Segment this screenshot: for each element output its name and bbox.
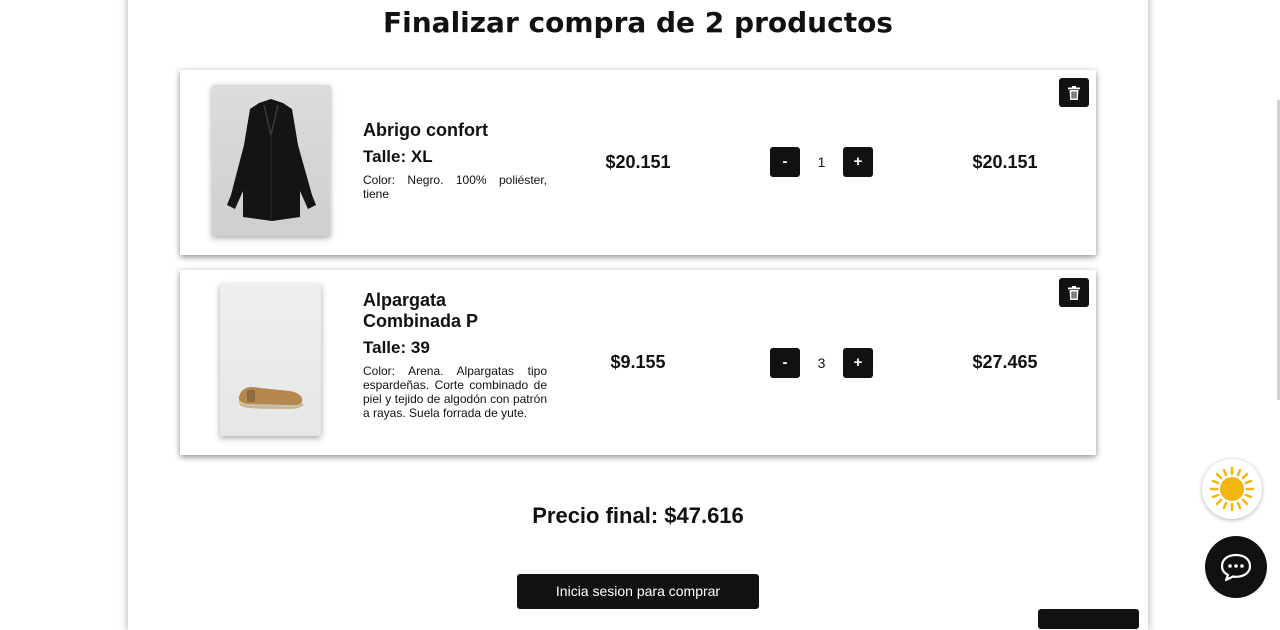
sun-icon (1209, 466, 1255, 512)
login-to-buy-button[interactable]: Inicia sesion para comprar (517, 574, 759, 609)
product-name: Alpargata Combinada P (363, 290, 479, 331)
product-image[interactable] (220, 284, 321, 436)
product-name: Abrigo confort (363, 120, 488, 140)
cart-item: Alpargata Combinada P Talle: 39 Color: A… (180, 270, 1096, 455)
delete-item-button[interactable] (1059, 78, 1089, 107)
product-image[interactable] (212, 85, 330, 236)
unit-price: $20.151 (605, 152, 671, 172)
product-info: Abrigo confort Talle: XL Color: Negro. 1… (363, 120, 547, 201)
increase-quantity-button[interactable]: + (843, 348, 873, 378)
page-title: Finalizar compra de 2 productos (383, 6, 893, 39)
item-total: $20.151 (972, 152, 1038, 172)
trash-icon (1068, 285, 1080, 300)
unit-price: $9.155 (610, 352, 666, 372)
increase-quantity-button[interactable]: + (843, 147, 873, 177)
theme-toggle-button[interactable] (1202, 459, 1262, 519)
trash-icon (1068, 85, 1080, 100)
product-size: Talle: XL (363, 147, 433, 166)
cart-item: Abrigo confort Talle: XL Color: Negro. 1… (180, 70, 1096, 255)
quantity-stepper: - 3 + (770, 348, 874, 378)
chat-icon (1220, 553, 1252, 582)
final-price: Precio final: $47.616 (532, 503, 744, 528)
product-size: Talle: 39 (363, 338, 430, 357)
product-description: Color: Negro. 100% poliéster, tiene (363, 173, 547, 201)
product-info: Alpargata Combinada P Talle: 39 Color: A… (363, 290, 547, 420)
product-description: Color: Arena. Alpargatas tipo espardeñas… (363, 364, 547, 420)
delete-item-button[interactable] (1059, 278, 1089, 307)
footer-button[interactable] (1038, 609, 1139, 629)
chat-button[interactable] (1205, 536, 1267, 598)
quantity-value: 1 (817, 154, 826, 170)
item-total: $27.465 (972, 352, 1038, 372)
decrease-quantity-button[interactable]: - (770, 348, 800, 378)
decrease-quantity-button[interactable]: - (770, 147, 800, 177)
quantity-stepper: - 1 + (770, 147, 874, 177)
quantity-value: 3 (817, 355, 826, 371)
